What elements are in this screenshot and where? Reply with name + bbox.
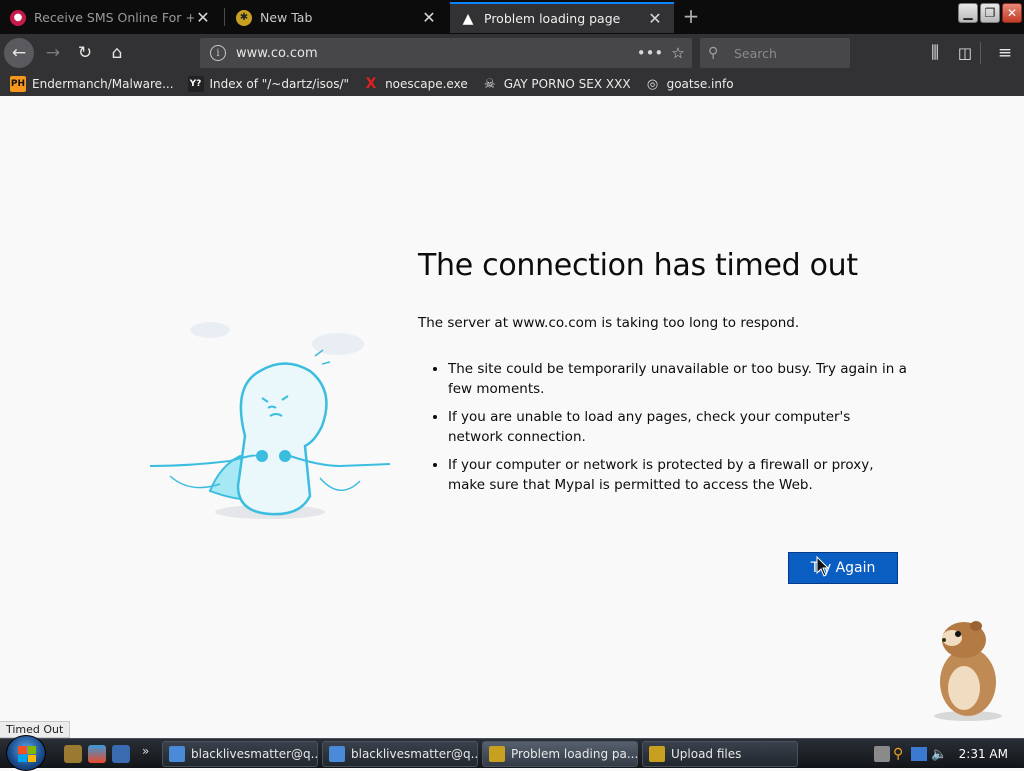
- app-icon: [329, 746, 345, 762]
- search-input[interactable]: [732, 44, 842, 62]
- url-bar[interactable]: i www.co.com ••• ☆: [200, 38, 692, 68]
- raspberry-icon: ●: [10, 9, 26, 26]
- taskbar-item-upload-files[interactable]: Upload files: [642, 741, 798, 767]
- page-actions-icon[interactable]: •••: [636, 44, 664, 62]
- magnifier-tray-icon[interactable]: ⚲: [893, 746, 903, 762]
- taskbar-clock[interactable]: 2:31 AM: [959, 747, 1008, 761]
- tab-separator: [224, 8, 225, 26]
- browser-app-icon: [489, 746, 505, 762]
- bee-icon: ✱: [236, 9, 252, 26]
- info-icon[interactable]: i: [210, 45, 226, 61]
- taskbar-item-label: blacklivesmatter@q...: [351, 747, 478, 761]
- hamster-icon: [934, 621, 1002, 721]
- tab-title: New Tab: [260, 10, 313, 25]
- network-icon[interactable]: [911, 747, 928, 761]
- bookmark-index-dartz[interactable]: Y? Index of "/~dartz/isos/": [187, 76, 350, 92]
- sidebar-icon[interactable]: ◫: [950, 38, 980, 68]
- ph-icon: PH: [10, 76, 26, 92]
- bookmark-gay-porno[interactable]: ☠ GAY PORNO SEX XXX: [482, 76, 631, 92]
- bookmark-noescape[interactable]: X noescape.exe: [363, 76, 468, 92]
- search-icon: ⚲: [708, 45, 719, 61]
- tab-title: Problem loading page: [484, 11, 621, 26]
- tab-receive-sms[interactable]: ● Receive SMS Online For +1765 ✕: [0, 2, 222, 33]
- unplugged-dinosaur-illustration: [150, 322, 390, 519]
- search-bar[interactable]: ⚲: [700, 38, 850, 68]
- x-icon: X: [365, 76, 377, 92]
- suggestion-item: If you are unable to load any pages, che…: [448, 407, 908, 447]
- bee-quicklaunch-icon[interactable]: [64, 745, 82, 763]
- suggestion-item: The site could be temporarily unavailabl…: [448, 359, 908, 399]
- error-description: The server at www.co.com is taking too l…: [418, 315, 800, 331]
- error-title: The connection has timed out: [418, 248, 858, 283]
- navigation-toolbar: ← → ↻ ⌂ i www.co.com ••• ☆ ⚲ ⫼ ◫ ≡: [0, 34, 1024, 72]
- window-controls: ▁ ❐ ✕: [958, 3, 1022, 23]
- show-desktop-icon[interactable]: [112, 745, 130, 763]
- toolbar-separator: [980, 42, 981, 64]
- forward-button[interactable]: →: [38, 38, 68, 68]
- bookmark-star-icon[interactable]: ☆: [664, 44, 692, 62]
- menu-icon[interactable]: ≡: [990, 38, 1020, 68]
- bookmark-goatse[interactable]: ◎ goatse.info: [645, 76, 734, 92]
- bookmark-label: goatse.info: [666, 77, 734, 91]
- yp-icon: Y?: [187, 76, 204, 92]
- bookmark-label: Endermanch/Malware...: [32, 77, 174, 91]
- bookmark-endermanch[interactable]: PH Endermanch/Malware...: [10, 76, 174, 92]
- volume-icon[interactable]: 🔈: [931, 747, 947, 762]
- tab-title: Receive SMS Online For +1765: [34, 10, 194, 25]
- status-panel: Timed Out: [0, 721, 71, 738]
- tray-app-icon[interactable]: [874, 746, 890, 762]
- home-button[interactable]: ⌂: [102, 38, 132, 68]
- taskbar-item-label: Upload files: [671, 747, 742, 761]
- url-text[interactable]: www.co.com: [236, 46, 636, 61]
- tab-problem-loading[interactable]: ▲ Problem loading page ✕: [450, 2, 674, 33]
- start-button[interactable]: [6, 735, 46, 771]
- browser-app-icon: [649, 746, 665, 762]
- bookmark-label: noescape.exe: [385, 77, 468, 91]
- restore-button[interactable]: ❐: [980, 3, 1000, 23]
- mouse-cursor-icon: [816, 556, 830, 577]
- close-tab-icon[interactable]: ✕: [420, 8, 438, 27]
- close-window-button[interactable]: ✕: [1002, 3, 1022, 23]
- tab-strip: ● Receive SMS Online For +1765 ✕ ✱ New T…: [0, 0, 1024, 34]
- taskbar-item-label: Problem loading pa...: [511, 747, 638, 761]
- new-tab-button[interactable]: +: [680, 6, 702, 28]
- reload-button[interactable]: ↻: [70, 38, 100, 68]
- app-icon: [169, 746, 185, 762]
- close-tab-icon[interactable]: ✕: [194, 8, 212, 27]
- warning-icon: ▲: [462, 10, 474, 27]
- suggestion-item: If your computer or network is protected…: [448, 455, 908, 495]
- bookmarks-toolbar: PH Endermanch/Malware... Y? Index of "/~…: [0, 72, 1024, 96]
- globe-icon: ◎: [646, 76, 659, 92]
- bookmark-label: Index of "/~dartz/isos/": [209, 77, 350, 91]
- library-icon[interactable]: ⫼: [920, 38, 950, 68]
- windows-logo-icon: [18, 746, 36, 762]
- minimize-button[interactable]: ▁: [958, 3, 978, 23]
- tab-new-tab[interactable]: ✱ New Tab ✕: [226, 2, 448, 33]
- error-page: The connection has timed out The server …: [0, 96, 1024, 738]
- skull-icon: ☠: [483, 76, 496, 92]
- bookmark-label: GAY PORNO SEX XXX: [503, 77, 631, 91]
- taskbar-item-blacklivesmatter-1[interactable]: blacklivesmatter@q...: [162, 741, 318, 767]
- browser-quicklaunch-icon[interactable]: [88, 745, 106, 763]
- error-message-container: The connection has timed out The server …: [418, 248, 908, 503]
- chevron-right-icon[interactable]: »: [142, 744, 149, 758]
- taskbar-item-problem-loading[interactable]: Problem loading pa...: [482, 741, 638, 767]
- taskbar-item-blacklivesmatter-2[interactable]: blacklivesmatter@q...: [322, 741, 478, 767]
- try-again-button[interactable]: Try Again: [788, 552, 898, 584]
- windows-taskbar: » blacklivesmatter@q... blacklivesmatter…: [0, 735, 1024, 771]
- taskbar-item-label: blacklivesmatter@q...: [191, 747, 318, 761]
- close-tab-icon[interactable]: ✕: [646, 9, 664, 28]
- error-suggestions-list: The site could be temporarily unavailabl…: [418, 359, 908, 495]
- back-button[interactable]: ←: [4, 38, 34, 68]
